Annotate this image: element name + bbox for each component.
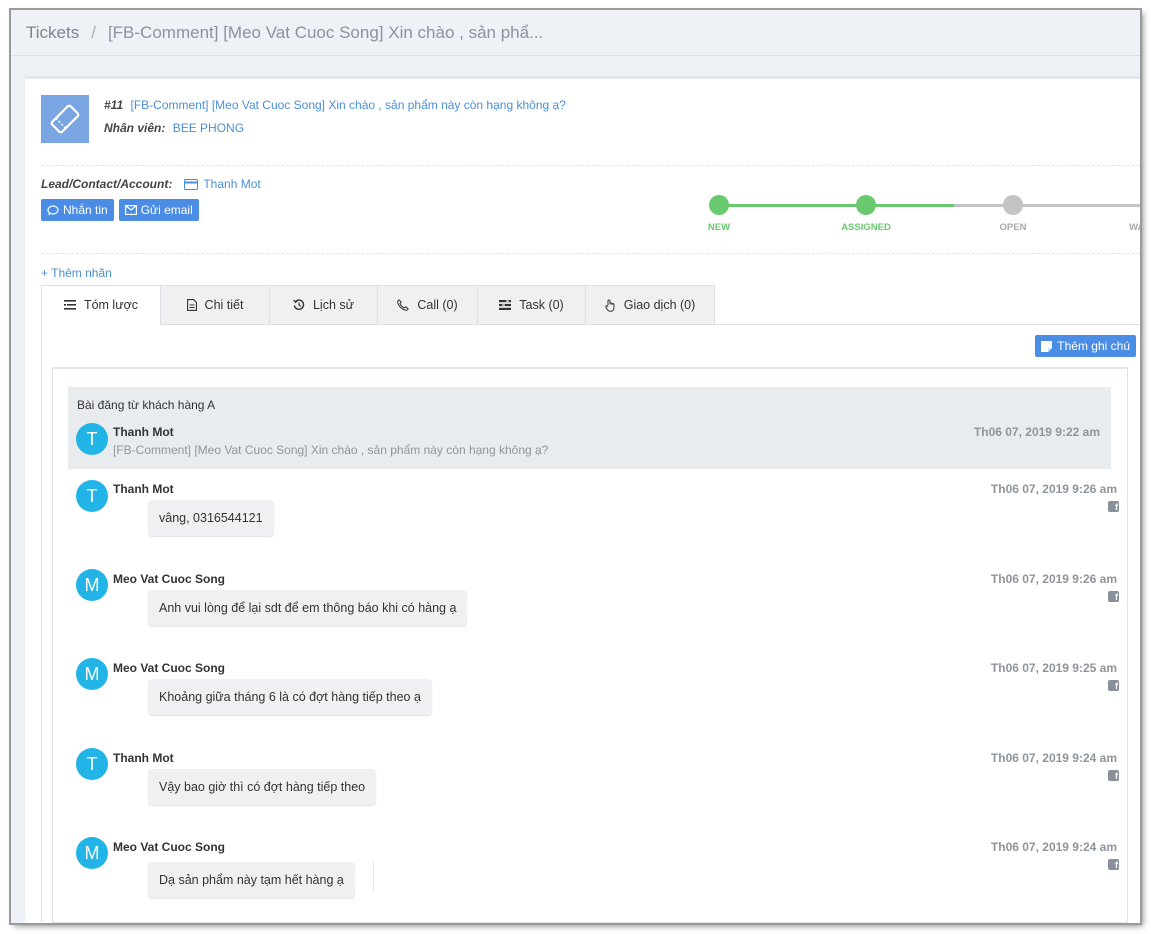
facebook-icon: f (1108, 770, 1119, 781)
phone-icon (397, 299, 410, 311)
message-button[interactable]: Nhắn tin (41, 199, 114, 221)
avatar: M (76, 837, 108, 869)
message-time: Th06 07, 2019 9:24 am (990, 751, 1117, 765)
tab-summary-label: Tóm lược (83, 298, 139, 312)
add-tag-link[interactable]: + Thêm nhãn (41, 266, 112, 280)
lead-value-link[interactable]: Thanh Mot (184, 177, 261, 191)
step-dot-open[interactable] (1003, 195, 1023, 215)
email-button[interactable]: Gửi email (118, 199, 199, 221)
ticket-staff: Nhân viên: BEE PHONG (104, 121, 244, 135)
breadcrumb-separator: / (91, 22, 96, 42)
contact-actions: Nhắn tin Gửi email (41, 199, 199, 221)
message-bubble: Vậy bao giờ thì có đợt hàng tiếp theo (148, 769, 377, 805)
envelope-icon (124, 205, 137, 215)
facebook-icon: f (1108, 859, 1119, 870)
breadcrumb: Tickets / [FB-Comment] [Meo Vat Cuoc Son… (11, 10, 1140, 56)
tab-summary[interactable]: Tóm lược (41, 285, 161, 325)
divider (373, 862, 374, 892)
message-bubble: Dạ sản phẩm này tạm hết hàng ạ (148, 862, 355, 898)
message-bubble: Anh vui lòng để lại sdt để em thông báo … (148, 590, 468, 626)
tab-history-label: Lịch sử (312, 298, 355, 312)
avatar: M (76, 569, 108, 601)
message-bubble: Khoảng giữa tháng 6 là có đợt hàng tiếp … (148, 679, 432, 715)
message-author[interactable]: Thanh Mot (113, 751, 174, 765)
ticket-tabs: Tóm lược Chi tiết Lịch sử Call (0) Task … (41, 285, 715, 325)
facebook-icon: f (1108, 501, 1119, 512)
step-dot-new[interactable] (709, 195, 729, 215)
email-button-label: Gửi email (140, 203, 193, 217)
step-label-assigned: ASSIGNED (841, 222, 891, 233)
history-icon (293, 299, 305, 310)
avatar: T (76, 748, 108, 780)
message-author[interactable]: Meo Vat Cuoc Song (113, 840, 225, 854)
tab-task-label: Task (0) (519, 298, 564, 312)
ticket-title-link[interactable]: [FB-Comment] [Meo Vat Cuoc Song] Xin chà… (130, 98, 565, 112)
hand-icon (605, 299, 615, 312)
tab-details[interactable]: Chi tiết (161, 285, 270, 325)
step-line-done (719, 204, 954, 207)
message-time: Th06 07, 2019 9:25 am (990, 661, 1117, 675)
status-progress: NEW ASSIGNED OPEN WAIT (708, 195, 1140, 235)
sticky-note-icon (1041, 340, 1053, 352)
facebook-icon: f (1108, 680, 1119, 691)
ticket-number: #11 (104, 98, 124, 112)
step-label-wait: WAIT (1129, 222, 1140, 233)
breadcrumb-current: [FB-Comment] [Meo Vat Cuoc Song] Xin chà… (107, 22, 544, 42)
list-icon (63, 300, 76, 310)
tab-transactions-label: Giao dịch (0) (623, 298, 696, 312)
avatar: T (76, 423, 108, 455)
chat-icon (47, 204, 59, 215)
message-time: Th06 07, 2019 9:24 am (990, 840, 1117, 854)
step-label-open: OPEN (999, 222, 1027, 233)
tab-transactions[interactable]: Giao dịch (0) (586, 285, 715, 325)
tab-task[interactable]: Task (0) (478, 285, 586, 325)
post-author[interactable]: Thanh Mot (113, 425, 174, 439)
avatar: M (76, 658, 108, 690)
staff-label: Nhân viên: (104, 121, 166, 135)
post-heading: Bài đăng từ khách hàng A (77, 398, 216, 412)
message-time: Th06 07, 2019 9:26 am (990, 482, 1117, 496)
id-card-icon (184, 178, 199, 190)
post-time: Th06 07, 2019 9:22 am (973, 425, 1100, 439)
divider (41, 165, 1140, 166)
ticket-title: #11 [FB-Comment] [Meo Vat Cuoc Song] Xin… (104, 98, 566, 112)
message-bubble: vâng, 0316544121 (148, 500, 274, 536)
conversation-feed: Bài đăng từ khách hàng A T Thanh Mot [FB… (52, 367, 1128, 923)
original-post: Bài đăng từ khách hàng A T Thanh Mot [FB… (68, 387, 1111, 469)
step-line-todo (954, 204, 1140, 207)
ticket-panel: #11 [FB-Comment] [Meo Vat Cuoc Song] Xin… (25, 76, 1140, 923)
step-dot-assigned[interactable] (856, 195, 876, 215)
tab-call-label: Call (0) (417, 298, 458, 312)
lead-value-text: Thanh Mot (203, 177, 261, 191)
tab-details-label: Chi tiết (204, 298, 244, 312)
message-button-label: Nhắn tin (63, 203, 108, 217)
lead-label: Lead/Contact/Account: (41, 177, 173, 191)
tab-history[interactable]: Lịch sử (270, 285, 378, 325)
post-text: [FB-Comment] [Meo Vat Cuoc Song] Xin chà… (113, 443, 549, 457)
lead-contact-line: Lead/Contact/Account: Thanh Mot (41, 177, 261, 191)
divider (41, 253, 1140, 254)
message-time: Th06 07, 2019 9:26 am (990, 572, 1117, 586)
add-note-button[interactable]: Thêm ghi chú (1035, 335, 1136, 357)
breadcrumb-root-link[interactable]: Tickets (26, 23, 79, 43)
tab-call[interactable]: Call (0) (378, 285, 478, 325)
ticket-icon (41, 95, 89, 143)
facebook-icon: f (1108, 591, 1119, 602)
app-window: Tickets / [FB-Comment] [Meo Vat Cuoc Son… (11, 10, 1140, 923)
message-author[interactable]: Meo Vat Cuoc Song (113, 572, 225, 586)
add-note-label: Thêm ghi chú (1057, 339, 1130, 353)
staff-value-link[interactable]: BEE PHONG (173, 121, 244, 135)
avatar: T (76, 480, 108, 512)
document-icon (186, 299, 197, 311)
message-author[interactable]: Meo Vat Cuoc Song (113, 661, 225, 675)
step-label-new: NEW (707, 222, 731, 233)
message-author[interactable]: Thanh Mot (113, 482, 174, 496)
tasks-icon (499, 300, 512, 310)
